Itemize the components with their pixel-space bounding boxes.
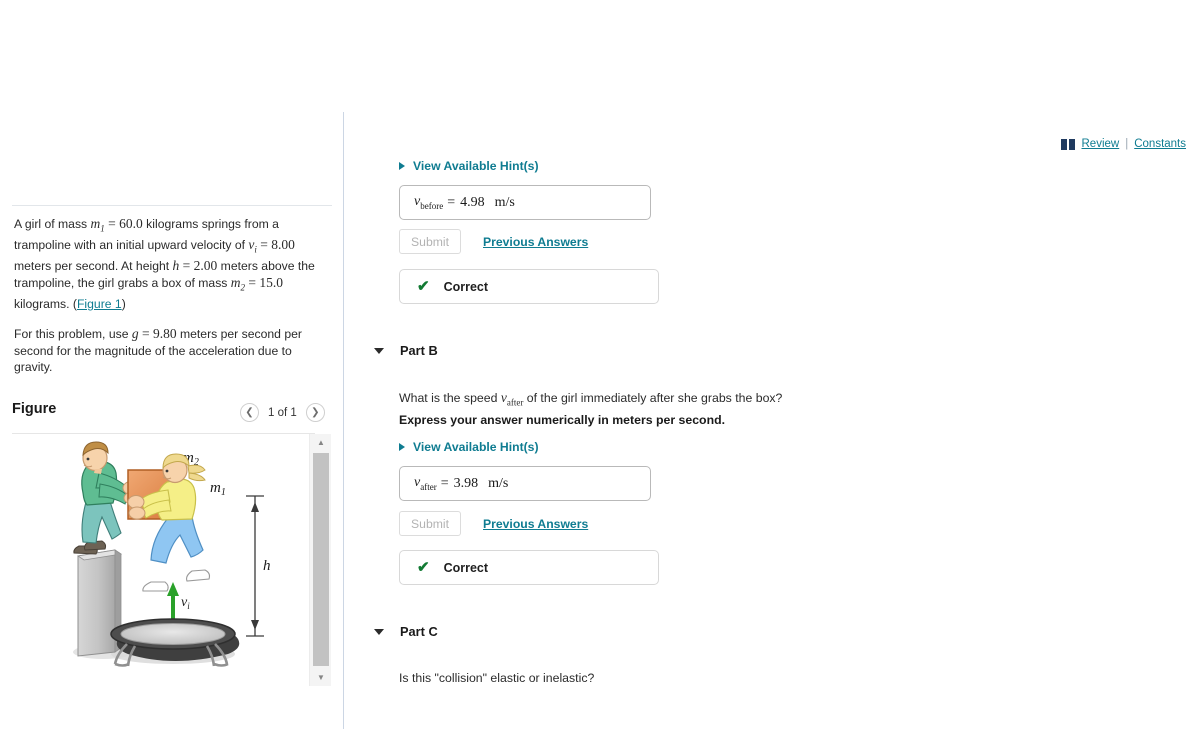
label-m1: m1 [210,480,226,498]
vi-value: 8.00 [271,237,295,253]
part-b-answer-value: 3.98 [453,475,479,491]
scroll-up-arrow-icon[interactable]: ▲ [310,434,332,451]
check-icon: ✔ [417,559,430,576]
figure-1-link[interactable]: Figure 1 [77,297,122,311]
triangle-down-icon [374,347,384,354]
part-b-answer-input[interactable]: vafter = 3.98 m/s [399,466,651,501]
part-c-header[interactable]: Part C [374,624,438,639]
part-a-button-row: Submit Previous Answers [399,229,588,254]
m2-equals: = [245,274,260,290]
figure-divider [12,433,315,434]
part-a-answer-value: 4.98 [460,194,485,210]
problem-paragraph-1: A girl of mass m1 = 60.0 kilograms sprin… [14,216,326,312]
gravity-text-a: For this problem, use [14,327,132,342]
g-equals: = [138,326,153,342]
m1-symbol: m1 [90,216,105,234]
problem-text-e: kilograms. ( [14,296,77,311]
part-b-question-a: What is the speed [399,391,501,405]
part-a-status-label: Correct [443,279,489,294]
part-b-submit-button[interactable]: Submit [399,511,461,536]
figure-navigation: ❮ 1 of 1 ❯ [240,403,325,422]
part-b-previous-answers-link[interactable]: Previous Answers [483,517,588,531]
label-vi: vi [181,595,190,611]
h-value: 2.00 [193,258,218,274]
m2-value: 15.0 [259,274,284,290]
top-divider [12,205,332,206]
part-b-question: What is the speed vafter of the girl imm… [399,390,782,408]
problem-statement: A girl of mass m1 = 60.0 kilograms sprin… [14,216,326,389]
figure-prev-button[interactable]: ❮ [240,403,259,422]
figure-panel-title: Figure [12,401,57,417]
g-value: 9.80 [152,326,177,342]
scrollbar-thumb[interactable] [313,453,329,666]
m1-equals: = [104,216,120,231]
part-a-equals: = [447,194,456,210]
problem-text-a: A girl of mass [14,217,91,231]
right-panel: View Available Hint(s) vbefore = 4.98 m/… [343,0,1200,729]
part-b-answer-unit: m/s [488,475,509,491]
part-a-status-badge: ✔ Correct [399,269,659,304]
triangle-right-icon [399,443,405,451]
h-equals: = [179,258,194,274]
part-a-submit-button[interactable]: Submit [399,229,461,254]
g-symbol: g [131,326,139,342]
problem-paragraph-2: For this problem, use g = 9.80 meters pe… [14,326,326,375]
part-b-title: Part B [400,343,438,358]
part-b-instruction: Express your answer numerically in meter… [399,413,726,427]
part-b-status-badge: ✔ Correct [399,550,659,585]
part-b-question-symbol: vafter [500,390,524,408]
m2-symbol: m2 [230,274,246,293]
part-a-answer-unit: m/s [494,194,515,210]
triangle-right-icon [399,162,405,170]
physics-diagram-svg: m2 m1 vi h [73,441,271,667]
part-c-question: Is this "collision" elastic or inelastic… [399,671,595,685]
part-a-answer-input[interactable]: vbefore = 4.98 m/s [399,185,651,220]
left-panel: A girl of mass m1 = 60.0 kilograms sprin… [0,0,343,729]
vi-equals: = [256,237,272,253]
figure-illustration: m2 m1 vi h [55,440,290,680]
m1-value: 60.0 [119,216,143,231]
mastering-physics-page: Review | Constants A girl of mass m1 = 6… [0,0,1200,729]
figure-counter: 1 of 1 [268,406,297,419]
problem-text-c: meters per second. At height [14,259,173,274]
part-b-answer-symbol: vafter [414,475,437,492]
problem-text-f: ) [121,296,126,311]
part-a-answer-symbol: vbefore [414,194,444,211]
triangle-down-icon [374,628,384,635]
scroll-down-arrow-icon[interactable]: ▼ [310,669,332,686]
check-icon: ✔ [417,278,430,295]
part-b-header[interactable]: Part B [374,343,438,358]
part-b-hints-toggle[interactable]: View Available Hint(s) [399,440,539,454]
part-a-hints-toggle[interactable]: View Available Hint(s) [399,159,539,173]
part-b-hint-label: View Available Hint(s) [413,440,539,454]
part-c-title: Part C [400,624,438,639]
part-b-equals: = [440,475,449,491]
figure-scrollbar[interactable]: ▲ ▼ [309,434,331,686]
part-a-previous-answers-link[interactable]: Previous Answers [483,235,588,249]
part-b-question-b: of the girl immediately after she grabs … [523,391,783,405]
vi-symbol: vi [248,237,257,255]
part-b-button-row: Submit Previous Answers [399,511,588,536]
label-h: h [263,558,271,574]
part-a-hint-label: View Available Hint(s) [413,159,539,173]
part-b-status-label: Correct [443,560,489,575]
figure-next-button[interactable]: ❯ [305,403,325,422]
height-dimension: h [246,495,271,637]
